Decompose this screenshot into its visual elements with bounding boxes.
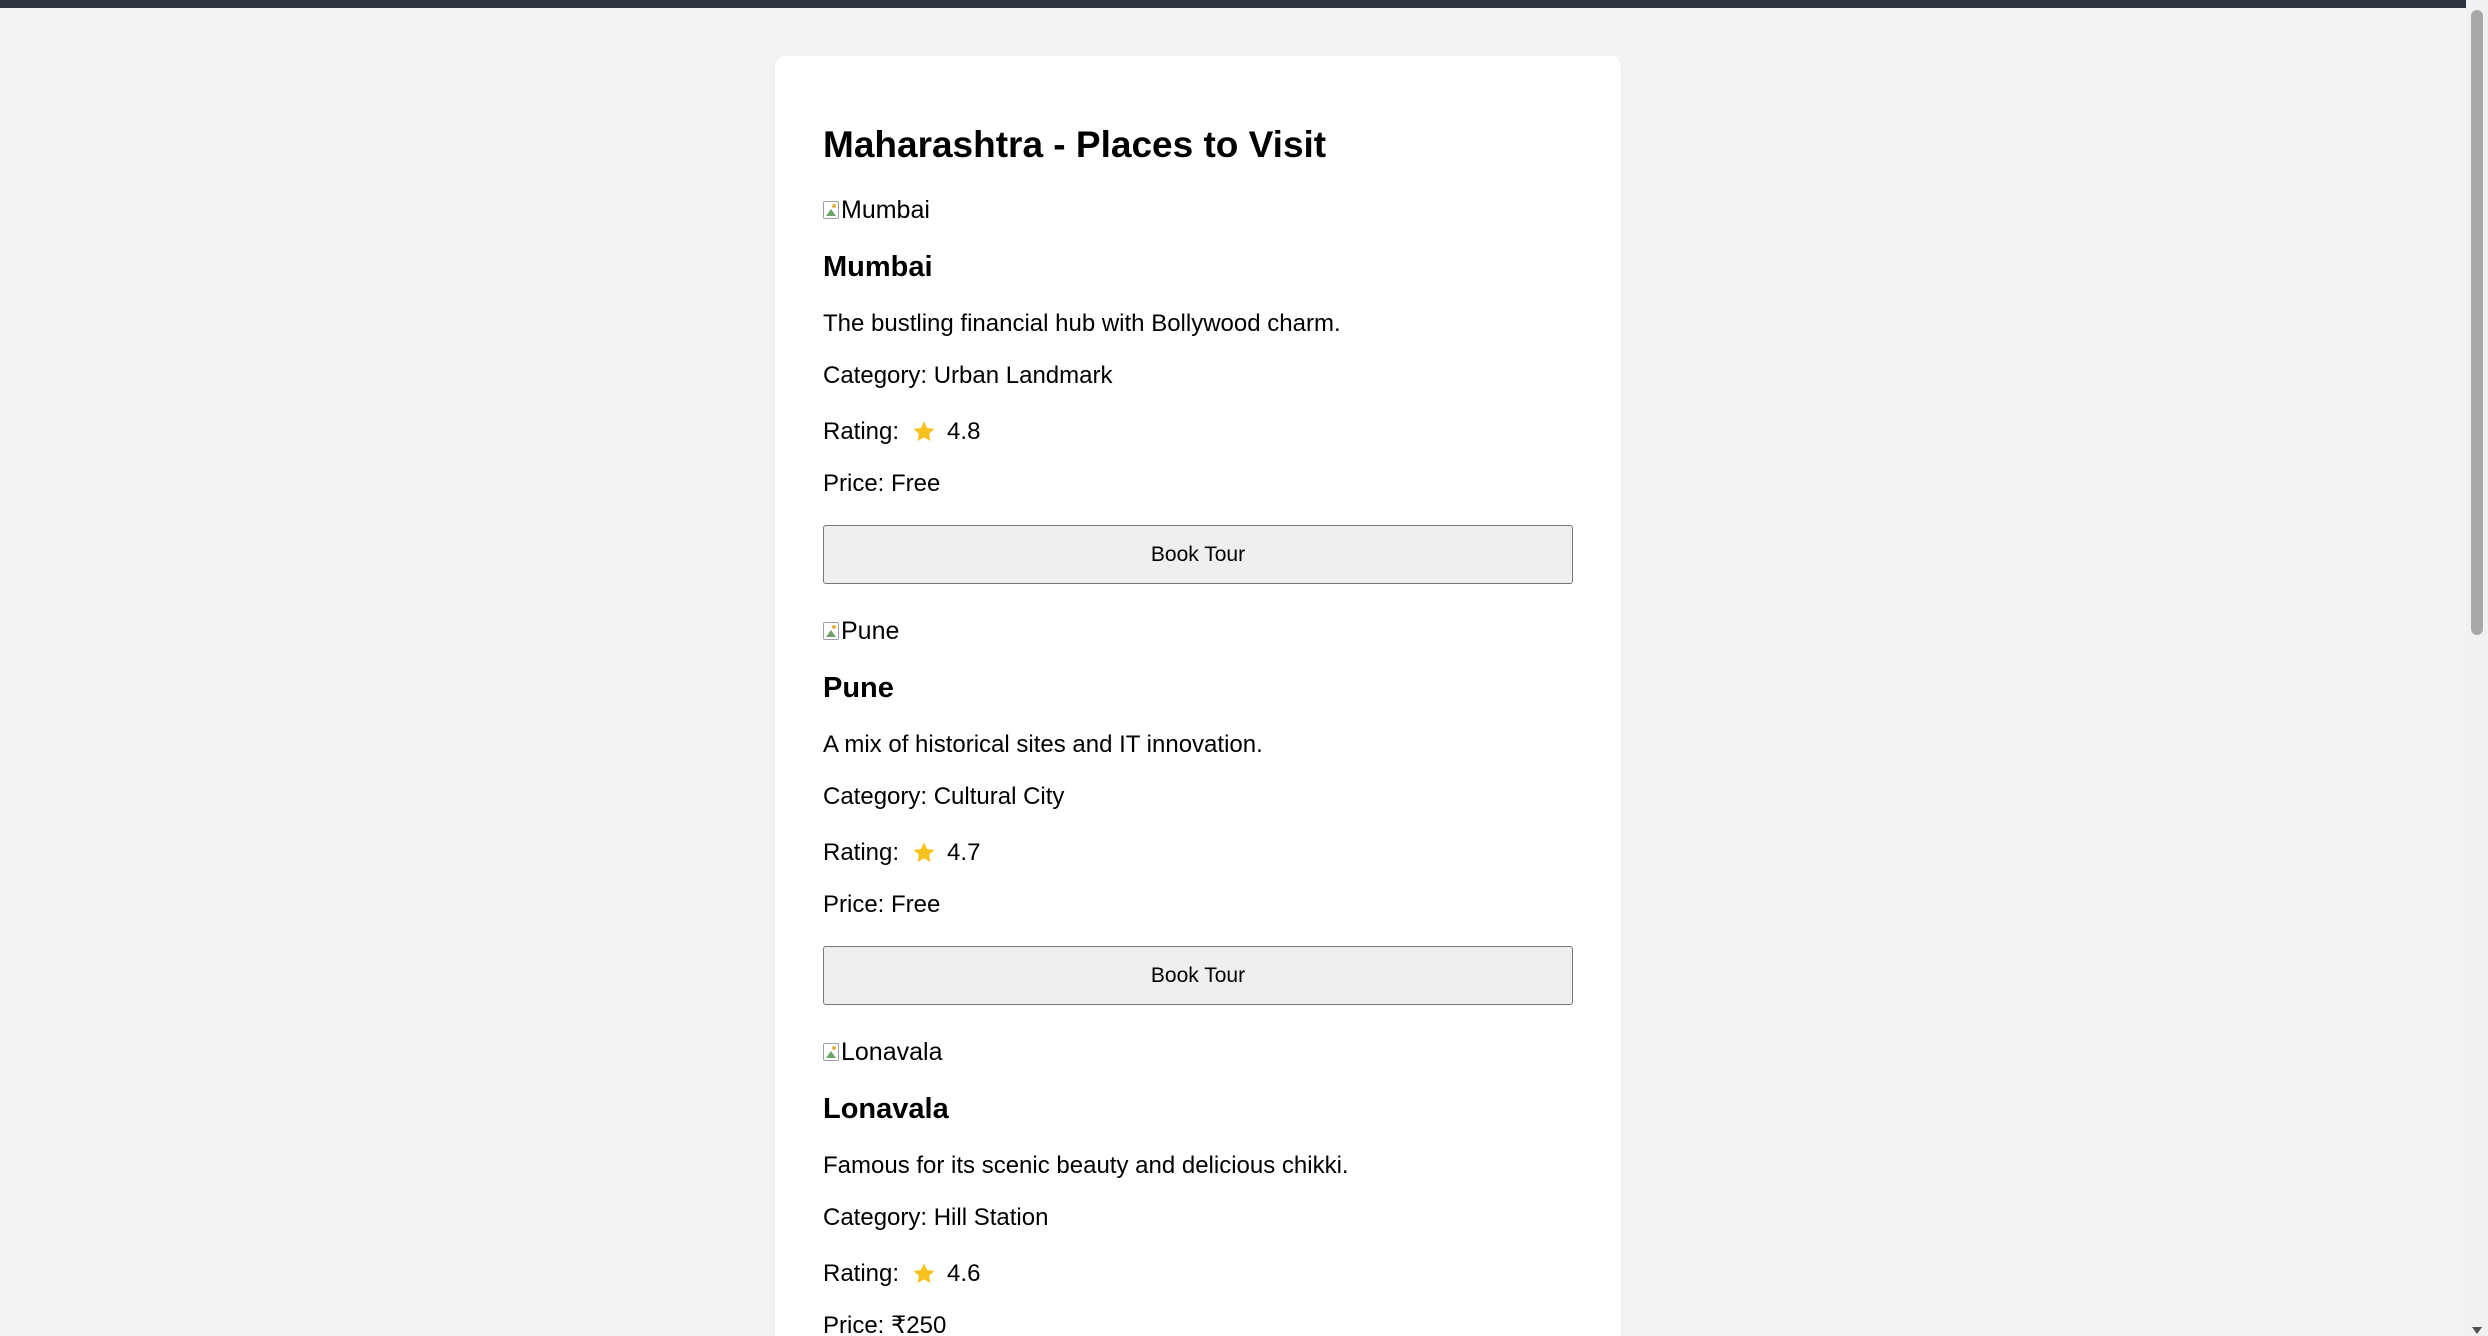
- place-rating: Rating: 4.7: [823, 838, 1573, 868]
- places-content: Maharashtra - Places to Visit Mumbai Mum…: [823, 126, 1573, 1336]
- book-tour-button[interactable]: Book Tour: [823, 946, 1573, 1005]
- place-rating: Rating: 4.8: [823, 417, 1573, 447]
- place-rating: Rating: 4.6: [823, 1259, 1573, 1289]
- scroll-down-arrow-icon[interactable]: [2472, 1327, 2482, 1334]
- vertical-scrollbar[interactable]: [2466, 0, 2488, 1336]
- browser-top-bar: [0, 0, 2488, 8]
- place-price: Price: Free: [823, 891, 941, 918]
- place-image: Mumbai: [823, 193, 1573, 227]
- image-alt-text: Lonavala: [841, 1037, 943, 1066]
- scrollbar-thumb[interactable]: [2471, 10, 2483, 635]
- place-description: The bustling financial hub with Bollywoo…: [823, 310, 1341, 337]
- image-alt-text: Pune: [841, 616, 900, 645]
- rating-label: Rating:: [823, 839, 900, 866]
- rating-value: 4.7: [947, 839, 981, 866]
- star-icon: [913, 842, 935, 862]
- broken-image-icon: [823, 201, 839, 219]
- rating-value: 4.6: [947, 1260, 981, 1287]
- place-category: Category: Hill Station: [823, 1204, 1049, 1231]
- page-title: Maharashtra - Places to Visit: [823, 124, 1327, 165]
- place-item-lonavala: Lonavala Lonavala Famous for its scenic …: [823, 1035, 1573, 1336]
- place-description: Famous for its scenic beauty and delicio…: [823, 1152, 1349, 1179]
- places-card: Maharashtra - Places to Visit Mumbai Mum…: [775, 56, 1621, 1336]
- place-name: Mumbai: [823, 251, 933, 283]
- broken-image-icon: [823, 1043, 839, 1061]
- place-item-mumbai: Mumbai Mumbai The bustling financial hub…: [823, 193, 1573, 584]
- place-image: Pune: [823, 614, 1573, 648]
- place-name: Lonavala: [823, 1093, 949, 1125]
- place-item-pune: Pune Pune A mix of historical sites and …: [823, 614, 1573, 1005]
- place-price: Price: ₹250: [823, 1312, 947, 1336]
- place-category: Category: Cultural City: [823, 783, 1065, 810]
- rating-label: Rating:: [823, 418, 900, 445]
- rating-label: Rating:: [823, 1260, 900, 1287]
- place-name: Pune: [823, 672, 894, 704]
- place-description: A mix of historical sites and IT innovat…: [823, 731, 1263, 758]
- broken-image-icon: [823, 622, 839, 640]
- image-alt-text: Mumbai: [841, 195, 930, 224]
- star-icon: [913, 1263, 935, 1283]
- place-category: Category: Urban Landmark: [823, 362, 1113, 389]
- place-image: Lonavala: [823, 1035, 1573, 1069]
- place-price: Price: Free: [823, 470, 941, 497]
- rating-value: 4.8: [947, 418, 981, 445]
- star-icon: [913, 421, 935, 441]
- book-tour-button[interactable]: Book Tour: [823, 525, 1573, 584]
